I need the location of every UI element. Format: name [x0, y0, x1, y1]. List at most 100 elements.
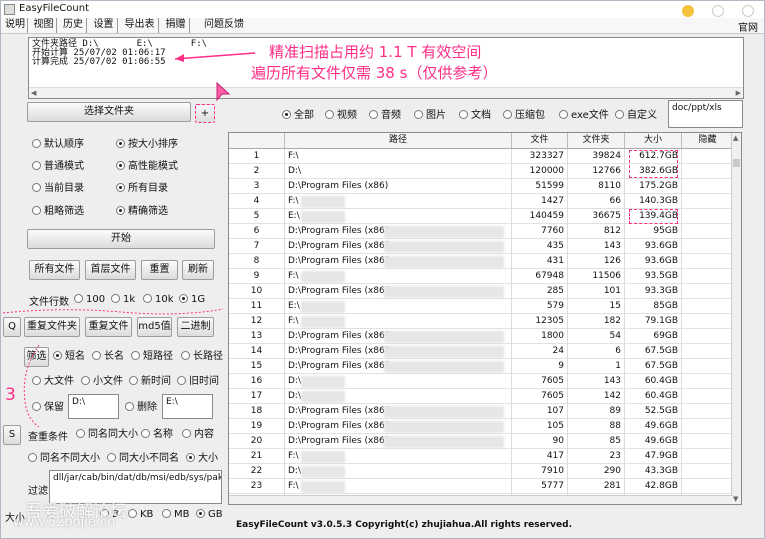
- cond-name[interactable]: 名称: [141, 428, 173, 441]
- col-folders-header[interactable]: 文件夹: [568, 133, 625, 148]
- table-row[interactable]: 3 D:\Program Files (x86) 51599 8110 175.2GB: [229, 179, 733, 194]
- table-row[interactable]: 14 D:\Program Files (x86)\ 24 6 67.5GB: [229, 344, 733, 359]
- option-current-dir[interactable]: 当前目录: [32, 182, 84, 195]
- col-files-header[interactable]: 文件: [512, 133, 568, 148]
- type-video[interactable]: 视频: [325, 109, 357, 122]
- table-row[interactable]: 12 F:\ 12305 182 79.1GB: [229, 314, 733, 329]
- scroll-up-icon[interactable]: ▲: [733, 134, 738, 142]
- cond-same-name-diff-size[interactable]: 同名不同大小: [28, 452, 100, 465]
- option-sort-by-size[interactable]: 按大小排序: [116, 138, 178, 151]
- cond-same-name-size[interactable]: 同名同大小: [76, 428, 138, 441]
- table-row[interactable]: 23 F:\ 5777 281 42.8GB: [229, 479, 733, 494]
- table-row[interactable]: 18 D:\Program Files (x86)\ 107 89 52.5GB: [229, 404, 733, 419]
- col-path-header[interactable]: 路径: [285, 133, 512, 148]
- size-highlight-box: [629, 150, 678, 178]
- col-hidden-header[interactable]: 隐藏: [682, 133, 733, 148]
- binary-button[interactable]: 二进制: [177, 317, 214, 337]
- cell-size: 69GB: [625, 329, 682, 344]
- cond-same-size-diff-name[interactable]: 同大小不同名: [107, 452, 179, 465]
- menu-donate[interactable]: 捐赠: [162, 18, 190, 33]
- reset-button[interactable]: 重置: [141, 260, 178, 280]
- table-row[interactable]: 21 F:\ 417 23 47.9GB: [229, 449, 733, 464]
- official-site-link[interactable]: 官网: [738, 19, 758, 34]
- cond-size[interactable]: 大小: [186, 452, 218, 465]
- radio-selected-icon: [179, 294, 188, 303]
- table-row[interactable]: 8 D:\Program Files (x86)\ 431 126 93.6GB: [229, 254, 733, 269]
- type-image[interactable]: 图片: [414, 109, 446, 122]
- app-icon: [4, 4, 15, 15]
- cell-size: 42.8GB: [625, 479, 682, 494]
- table-row[interactable]: 10 D:\Program Files (x86)\ 285 101 93.3GB: [229, 284, 733, 299]
- option-high-performance[interactable]: 高性能模式: [116, 160, 178, 173]
- table-row[interactable]: 11 E:\ 579 15 85GB: [229, 299, 733, 314]
- filter-old-time[interactable]: 旧时间: [177, 375, 219, 388]
- table-row[interactable]: 4 F:\ 1427 66 140.3GB: [229, 194, 733, 209]
- type-all[interactable]: 全部: [282, 109, 314, 122]
- table-row[interactable]: 6 D:\Program Files (x86)\ 7760 812 95GB: [229, 224, 733, 239]
- filter-short-name[interactable]: 短名: [53, 350, 85, 363]
- keep-path-input[interactable]: D:\: [68, 394, 119, 419]
- filter-long-path[interactable]: 长路径: [181, 350, 223, 363]
- filter-delete[interactable]: 删除: [125, 401, 157, 414]
- menu-settings[interactable]: 设置: [90, 18, 118, 33]
- add-folder-button[interactable]: +: [195, 104, 215, 123]
- option-normal-mode[interactable]: 普通模式: [32, 160, 84, 173]
- unit-kb[interactable]: KB: [128, 508, 153, 521]
- option-precise-filter[interactable]: 精确筛选: [116, 205, 168, 218]
- col-index-header[interactable]: [229, 133, 285, 148]
- option-default-order[interactable]: 默认顺序: [32, 138, 84, 151]
- refresh-button[interactable]: 刷新: [182, 260, 214, 280]
- first-layer-button[interactable]: 首层文件: [85, 260, 136, 280]
- table-row[interactable]: 22 D:\ 7910 290 43.3GB: [229, 464, 733, 479]
- option-rough-filter[interactable]: 粗略筛选: [32, 205, 84, 218]
- menu-export[interactable]: 导出表: [121, 18, 159, 33]
- table-row[interactable]: 15 D:\Program Files (x86)\ 9 1 67.5GB: [229, 359, 733, 374]
- unit-gb[interactable]: GB: [196, 508, 223, 521]
- table-horizontal-scrollbar[interactable]: [229, 495, 733, 504]
- menu-view[interactable]: 视图: [31, 18, 57, 33]
- scroll-left-icon[interactable]: ◀: [31, 89, 36, 97]
- md5-button[interactable]: md5值: [137, 317, 172, 337]
- delete-path-input[interactable]: E:\: [162, 394, 213, 419]
- option-all-dirs[interactable]: 所有目录: [116, 182, 168, 195]
- type-exe[interactable]: exe文件: [559, 109, 609, 122]
- type-audio[interactable]: 音频: [369, 109, 401, 122]
- menu-history[interactable]: 历史: [60, 18, 87, 33]
- scroll-right-icon[interactable]: ▶: [736, 89, 741, 97]
- type-archive[interactable]: 压缩包: [503, 109, 545, 122]
- dup-file-button[interactable]: 重复文件: [85, 317, 132, 337]
- cell-files: 7910: [512, 464, 568, 479]
- select-folder-button[interactable]: 选择文件夹: [27, 102, 191, 122]
- cell-index: 15: [229, 359, 285, 374]
- table-row[interactable]: 20 D:\Program Files (x86)\ 90 85 49.6GB: [229, 434, 733, 449]
- log-horizontal-scrollbar[interactable]: ◀ ▶: [29, 87, 743, 98]
- all-files-button[interactable]: 所有文件: [29, 260, 80, 280]
- custom-extensions-input[interactable]: doc/ppt/xls: [668, 100, 743, 128]
- table-row[interactable]: 13 D:\Program Files (x86)\ 1800 54 69GB: [229, 329, 733, 344]
- filter-long-name[interactable]: 长名: [92, 350, 124, 363]
- table-vertical-scrollbar[interactable]: ▲ ▼: [731, 133, 741, 504]
- type-custom[interactable]: 自定义: [615, 109, 657, 122]
- table-row[interactable]: 7 D:\Program Files (x86)\ 435 143 93.6GB: [229, 239, 733, 254]
- filter-new-time[interactable]: 新时间: [129, 375, 171, 388]
- minimize-button[interactable]: [682, 5, 694, 17]
- table-row[interactable]: 16 D:\ 7605 143 60.4GB: [229, 374, 733, 389]
- filter-short-path[interactable]: 短路径: [131, 350, 173, 363]
- type-document[interactable]: 文档: [459, 109, 491, 122]
- dup-folder-button[interactable]: 重复文件夹: [24, 317, 80, 337]
- menu-feedback[interactable]: 问题反馈: [198, 18, 250, 33]
- start-button[interactable]: 开始: [27, 229, 215, 249]
- maximize-button[interactable]: [712, 5, 724, 17]
- close-button[interactable]: [742, 5, 754, 17]
- scroll-thumb[interactable]: [733, 159, 740, 167]
- table-row[interactable]: 19 D:\Program Files (x86)\ 105 88 49.6GB: [229, 419, 733, 434]
- menu-help[interactable]: 说明: [3, 18, 28, 33]
- scroll-down-icon[interactable]: ▼: [733, 495, 738, 503]
- table-row[interactable]: 17 D:\ 7605 142 60.4GB: [229, 389, 733, 404]
- q-button[interactable]: Q: [3, 317, 21, 337]
- cond-content[interactable]: 内容: [182, 428, 214, 441]
- unit-mb[interactable]: MB: [162, 508, 190, 521]
- col-size-header[interactable]: 大小: [625, 133, 682, 148]
- filter-small-file[interactable]: 小文件: [81, 375, 123, 388]
- table-row[interactable]: 9 F:\ 67948 11506 93.5GB: [229, 269, 733, 284]
